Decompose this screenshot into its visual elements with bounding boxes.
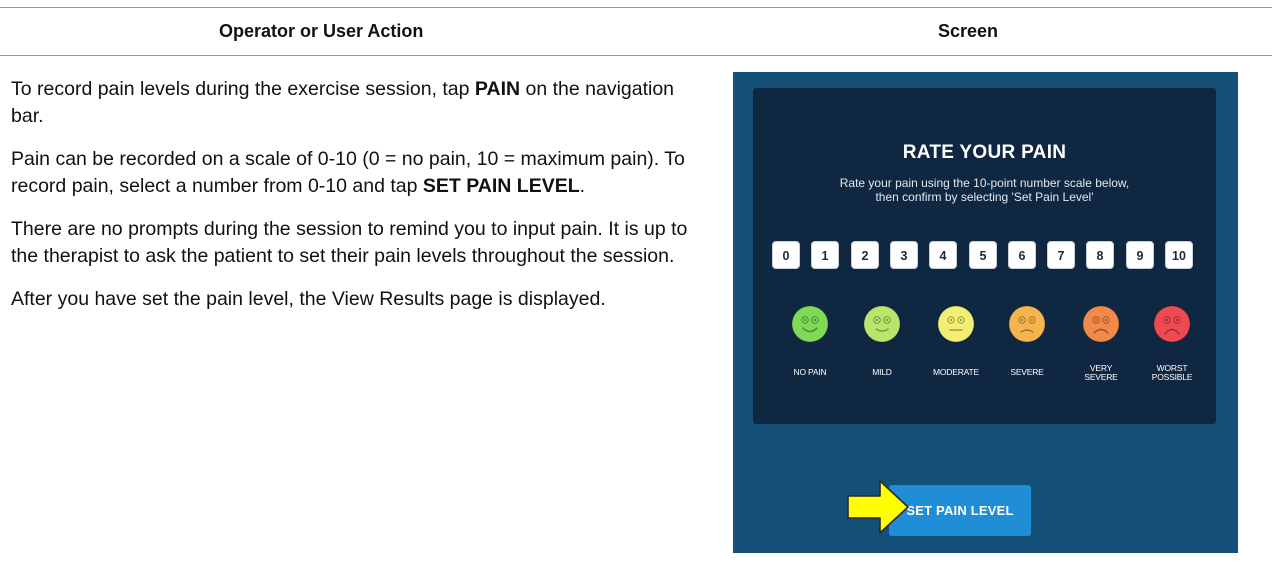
- rate-pain-instructions-line: then confirm by selecting 'Set Pain Leve…: [875, 190, 1094, 204]
- instruction-bold-set-pain-level: SET PAIN LEVEL: [422, 175, 580, 197]
- instruction-paragraph-3: There are no prompts during the session …: [11, 218, 688, 267]
- pain-number-button-3[interactable]: 3: [890, 241, 918, 269]
- moderate-face-icon[interactable]: [937, 305, 975, 343]
- very-severe-face-icon[interactable]: [1082, 305, 1120, 343]
- rate-pain-instructions: Rate your pain using the 10-point number…: [753, 176, 1216, 204]
- worst-possible-face-icon[interactable]: [1153, 305, 1191, 343]
- pain-number-button-1[interactable]: 1: [811, 241, 839, 269]
- pain-number-button-5[interactable]: 5: [969, 241, 997, 269]
- pain-face-label: NO PAIN: [793, 367, 827, 377]
- no-pain-face-icon[interactable]: [791, 305, 829, 343]
- severe-face-icon[interactable]: [1008, 305, 1046, 343]
- pain-number-button-4[interactable]: 4: [929, 241, 957, 269]
- instruction-bold-pain: PAIN: [474, 78, 521, 100]
- column-header-screen: Screen: [938, 21, 999, 41]
- instruction-paragraph-4: After you have set the pain level, the V…: [11, 288, 606, 310]
- pain-number-button-7[interactable]: 7: [1047, 241, 1075, 269]
- instruction-paragraph-2: Pain can be recorded on a scale of 0-10 …: [11, 146, 701, 200]
- instruction-text: To record pain levels during the exercis…: [11, 78, 475, 100]
- instructions-column: To record pain levels during the exercis…: [11, 76, 701, 329]
- pain-number-button-2[interactable]: 2: [851, 241, 879, 269]
- mild-face-icon[interactable]: [863, 305, 901, 343]
- pain-face-label: SEVERE: [1010, 367, 1044, 377]
- instruction-paragraph-1: To record pain levels during the exercis…: [11, 76, 701, 130]
- instruction-text: .: [579, 175, 586, 197]
- pain-face-label: WORST POSSIBLE: [1151, 363, 1193, 382]
- yellow-arrow-icon: [847, 480, 909, 534]
- pain-number-button-9[interactable]: 9: [1126, 241, 1154, 269]
- column-header-action: Operator or User Action: [219, 21, 424, 41]
- table-header-rule: [0, 55, 1272, 56]
- rate-pain-title: RATE YOUR PAIN: [902, 142, 1067, 163]
- rate-pain-panel: RATE YOUR PAIN Rate your pain using the …: [753, 88, 1216, 424]
- pain-face-label: MODERATE: [933, 367, 979, 377]
- pain-number-scale: 0 1 2 3 4 5 6 7 8 9 10: [772, 241, 1202, 270]
- rate-pain-instructions-line: Rate your pain using the 10-point number…: [839, 176, 1130, 190]
- pain-face-label: VERY SEVERE: [1084, 363, 1118, 382]
- pain-face-label: MILD: [872, 367, 892, 377]
- set-pain-level-button[interactable]: SET PAIN LEVEL: [889, 485, 1031, 536]
- app-screenshot: RATE YOUR PAIN Rate your pain using the …: [733, 72, 1238, 553]
- pain-number-button-10[interactable]: 10: [1165, 241, 1193, 269]
- pain-number-button-6[interactable]: 6: [1008, 241, 1036, 269]
- pain-number-button-0[interactable]: 0: [772, 241, 800, 269]
- table-top-rule: [0, 7, 1272, 8]
- pain-number-button-8[interactable]: 8: [1086, 241, 1114, 269]
